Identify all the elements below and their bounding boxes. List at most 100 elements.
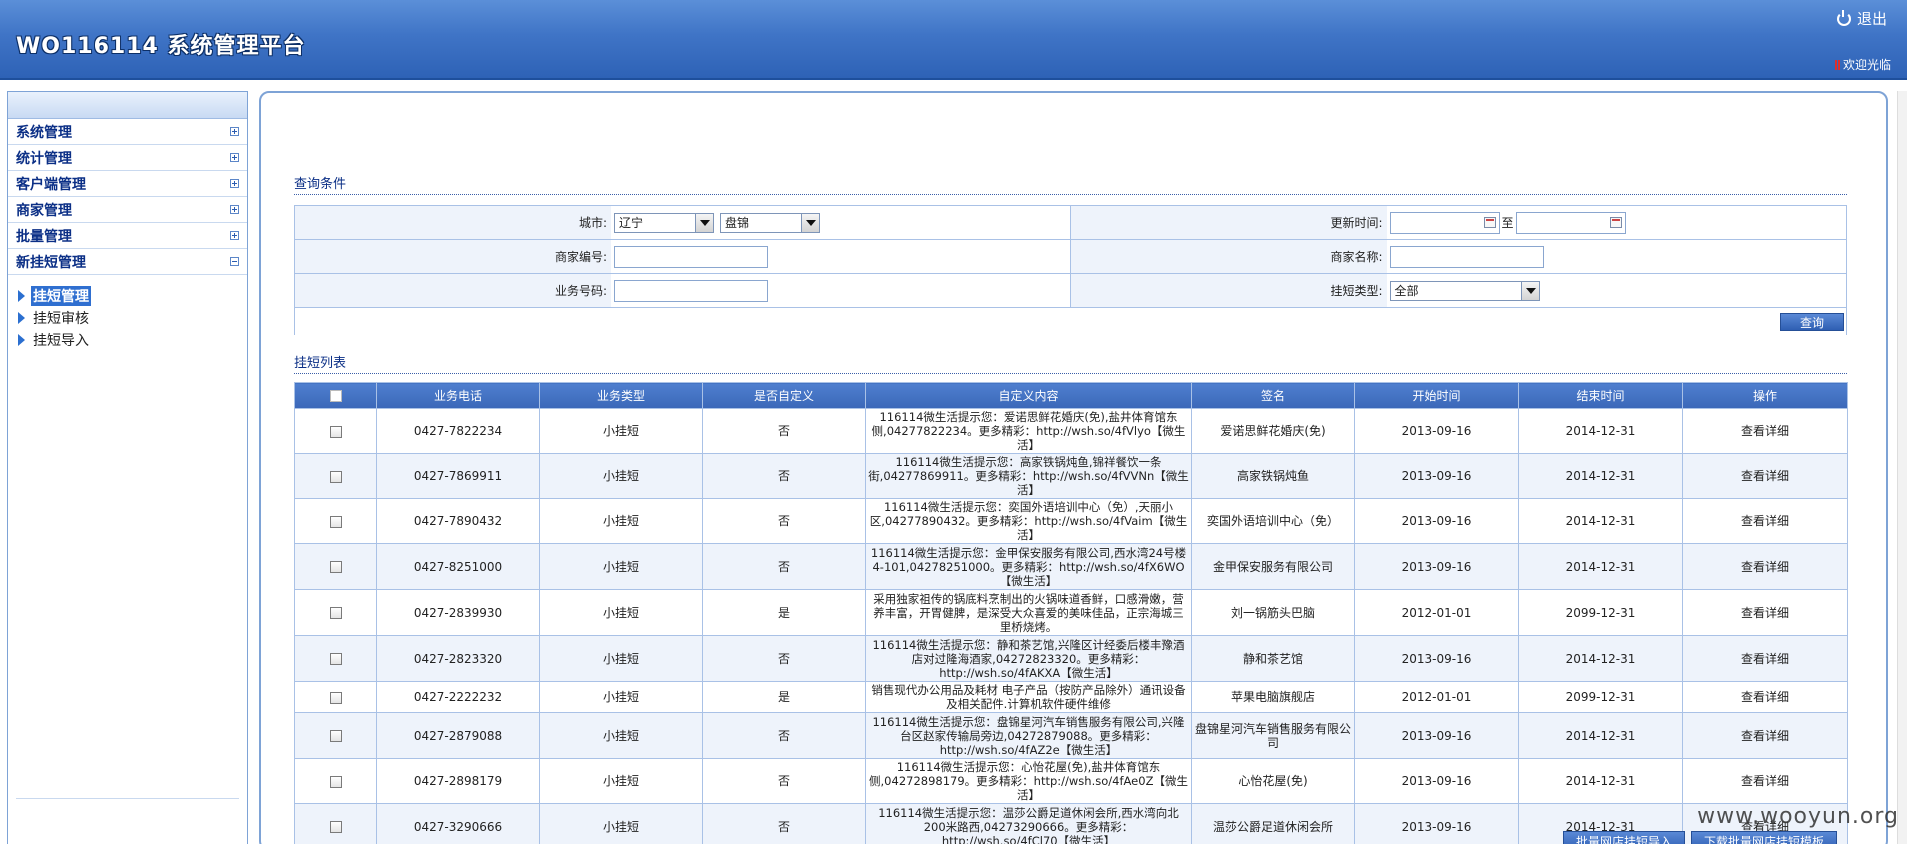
expand-icon[interactable]	[230, 127, 239, 136]
business-no-label: 业务号码:	[295, 274, 611, 307]
triangle-right-icon	[18, 290, 25, 302]
start-date-input[interactable]	[1389, 211, 1500, 234]
welcome-text: 欢迎光临	[1834, 56, 1891, 73]
content-cell: 116114微生活提示您：盘锦星河汽车销售服务有限公司,兴隆台区赵家传输局旁边,…	[865, 712, 1192, 759]
type-cell: 小挂短	[539, 408, 703, 454]
city-value: 盘锦	[725, 216, 750, 230]
table-row: 0427-8251000 小挂短否 116114微生活提示您：金甲保安服务有限公司,…	[294, 543, 1848, 590]
view-detail-link[interactable]: 查看详细	[1682, 712, 1848, 759]
menu-item-new-guadan[interactable]: 新挂短管理	[8, 249, 247, 275]
column-header[interactable]: 签名	[1191, 382, 1355, 409]
view-detail-link[interactable]: 查看详细	[1682, 681, 1848, 713]
sub-item-guadan-import[interactable]: 挂短导入	[18, 329, 247, 351]
list-section-title: 挂短列表	[294, 352, 1847, 374]
content-cell: 116114微生活提示您：奕国外语培训中心（免）,天丽小区,0427789043…	[865, 498, 1192, 544]
chevron-down-icon	[695, 213, 713, 232]
sign-cell: 静和茶艺馆	[1191, 635, 1355, 682]
collapse-icon[interactable]	[230, 257, 239, 266]
download-template-button[interactable]: 下载批量网店挂短模板	[1691, 831, 1838, 844]
column-header[interactable]: 业务电话	[376, 382, 540, 409]
column-header[interactable]: 自定义内容	[865, 382, 1192, 409]
menu-item-label: 统计管理	[16, 150, 72, 167]
sub-item-guadan-review[interactable]: 挂短审核	[18, 307, 247, 329]
row-checkbox[interactable]	[329, 775, 342, 788]
view-detail-link[interactable]: 查看详细	[1682, 635, 1848, 682]
view-detail-link[interactable]: 查看详细	[1682, 498, 1848, 544]
content-cell: 116114微生活提示您：静和茶艺馆,兴隆区计经委后楼丰豫酒店对过隆海酒家,04…	[865, 635, 1192, 682]
row-checkbox[interactable]	[329, 691, 342, 704]
end-time-cell: 2014-12-31	[1518, 635, 1683, 682]
column-header[interactable]: 操作	[1682, 382, 1848, 409]
menu-item-system[interactable]: 系统管理	[8, 119, 247, 145]
page-scrollbar[interactable]	[1897, 91, 1907, 844]
table-header-row: 业务电话 业务类型 是否自定义 自定义内容 签名 开始时间 结束时间 操作	[294, 382, 1848, 409]
row-checkbox[interactable]	[329, 653, 342, 665]
view-detail-link[interactable]: 查看详细	[1682, 589, 1848, 636]
batch-import-button[interactable]: 批量网店挂短导入	[1563, 831, 1686, 844]
calendar-icon[interactable]	[1483, 216, 1496, 228]
merchant-name-input[interactable]	[1389, 245, 1544, 268]
business-no-input[interactable]	[614, 279, 768, 302]
gua-type-value: 全部	[1394, 284, 1419, 298]
view-detail-link[interactable]: 查看详细	[1682, 543, 1848, 590]
column-header[interactable]: 开始时间	[1354, 382, 1519, 409]
row-checkbox[interactable]	[329, 561, 342, 573]
select-all-checkbox[interactable]	[329, 390, 342, 402]
query-form: 城市: 辽宁 盘锦 更新时间: 至 商家编号: 商家名称: 业务号码: 挂短类型…	[294, 205, 1847, 336]
sub-item-guadan-manage[interactable]: 挂短管理	[18, 285, 247, 307]
menu-item-statistics[interactable]: 统计管理	[8, 145, 247, 171]
row-checkbox[interactable]	[329, 730, 342, 742]
city-select[interactable]: 盘锦	[720, 212, 820, 233]
sign-cell: 苹果电脑旗舰店	[1191, 681, 1355, 713]
row-checkbox[interactable]	[329, 425, 342, 438]
column-header[interactable]: 是否自定义	[702, 382, 866, 409]
row-checkbox[interactable]	[329, 515, 342, 528]
gua-type-select[interactable]: 全部	[1389, 280, 1540, 301]
sidebar-header	[8, 92, 247, 119]
start-time-cell: 2012-01-01	[1354, 589, 1519, 636]
phone-cell: 0427-7822234	[376, 408, 540, 454]
view-detail-link[interactable]: 查看详细	[1682, 453, 1848, 499]
query-cell: 城市: 辽宁 盘锦	[295, 206, 1071, 239]
column-header[interactable]: 结束时间	[1518, 382, 1683, 409]
content-cell: 116114微生活提示您：心怡花屋(免),盐井体育馆东侧,04272898179…	[865, 758, 1192, 804]
phone-cell: 0427-7869911	[376, 453, 540, 499]
expand-icon[interactable]	[230, 205, 239, 214]
expand-icon[interactable]	[230, 231, 239, 240]
expand-icon[interactable]	[230, 153, 239, 162]
province-value: 辽宁	[619, 216, 644, 230]
triangle-right-icon	[18, 312, 25, 324]
sign-cell: 高家铁锅炖鱼	[1191, 453, 1355, 499]
merchant-no-input[interactable]	[614, 245, 768, 268]
end-date-input[interactable]	[1515, 211, 1626, 234]
menu-item-client[interactable]: 客户端管理	[8, 171, 247, 197]
welcome-label: 欢迎光临	[1842, 58, 1891, 72]
view-detail-link[interactable]: 查看详细	[1682, 408, 1848, 454]
sub-item-label: 挂短管理	[31, 286, 91, 306]
phone-cell: 0427-7890432	[376, 498, 540, 544]
sub-item-label: 挂短审核	[33, 311, 89, 327]
checkbox-cell	[294, 758, 377, 804]
table-row: 0427-7869911 小挂短否 116114微生活提示您：高家铁锅炖鱼,锦祥餐饮…	[294, 453, 1848, 499]
start-time-cell: 2013-09-16	[1354, 758, 1519, 804]
query-row: 商家编号: 商家名称:	[295, 240, 1846, 274]
logout-button[interactable]: 退出	[1836, 8, 1887, 29]
row-checkbox[interactable]	[329, 470, 342, 483]
province-select[interactable]: 辽宁	[614, 212, 714, 233]
menu-item-batch[interactable]: 批量管理	[8, 223, 247, 249]
menu-item-merchant[interactable]: 商家管理	[8, 197, 247, 223]
menu-item-label: 客户端管理	[16, 176, 86, 193]
expand-icon[interactable]	[230, 179, 239, 188]
row-checkbox[interactable]	[329, 821, 342, 833]
view-detail-link[interactable]: 查看详细	[1682, 758, 1848, 804]
menu-item-label: 批量管理	[16, 228, 72, 245]
watermark-text: www.wooyun.org	[1697, 804, 1899, 829]
sidebar: 系统管理 统计管理 客户端管理 商家管理 批量管理 新挂短管理 挂短管理 挂短审…	[7, 91, 248, 844]
table-row: 0427-2839930 小挂短是采用独家祖传的锅底料烹制出的火锅味道香鲜，口感滑…	[294, 589, 1848, 636]
row-checkbox[interactable]	[329, 607, 342, 619]
merchant-name-label: 商家名称:	[1070, 240, 1387, 273]
column-header[interactable]: 业务类型	[539, 382, 703, 409]
calendar-icon[interactable]	[1609, 216, 1622, 228]
search-button[interactable]: 查询	[1780, 313, 1844, 331]
phone-cell: 0427-2879088	[376, 712, 540, 759]
